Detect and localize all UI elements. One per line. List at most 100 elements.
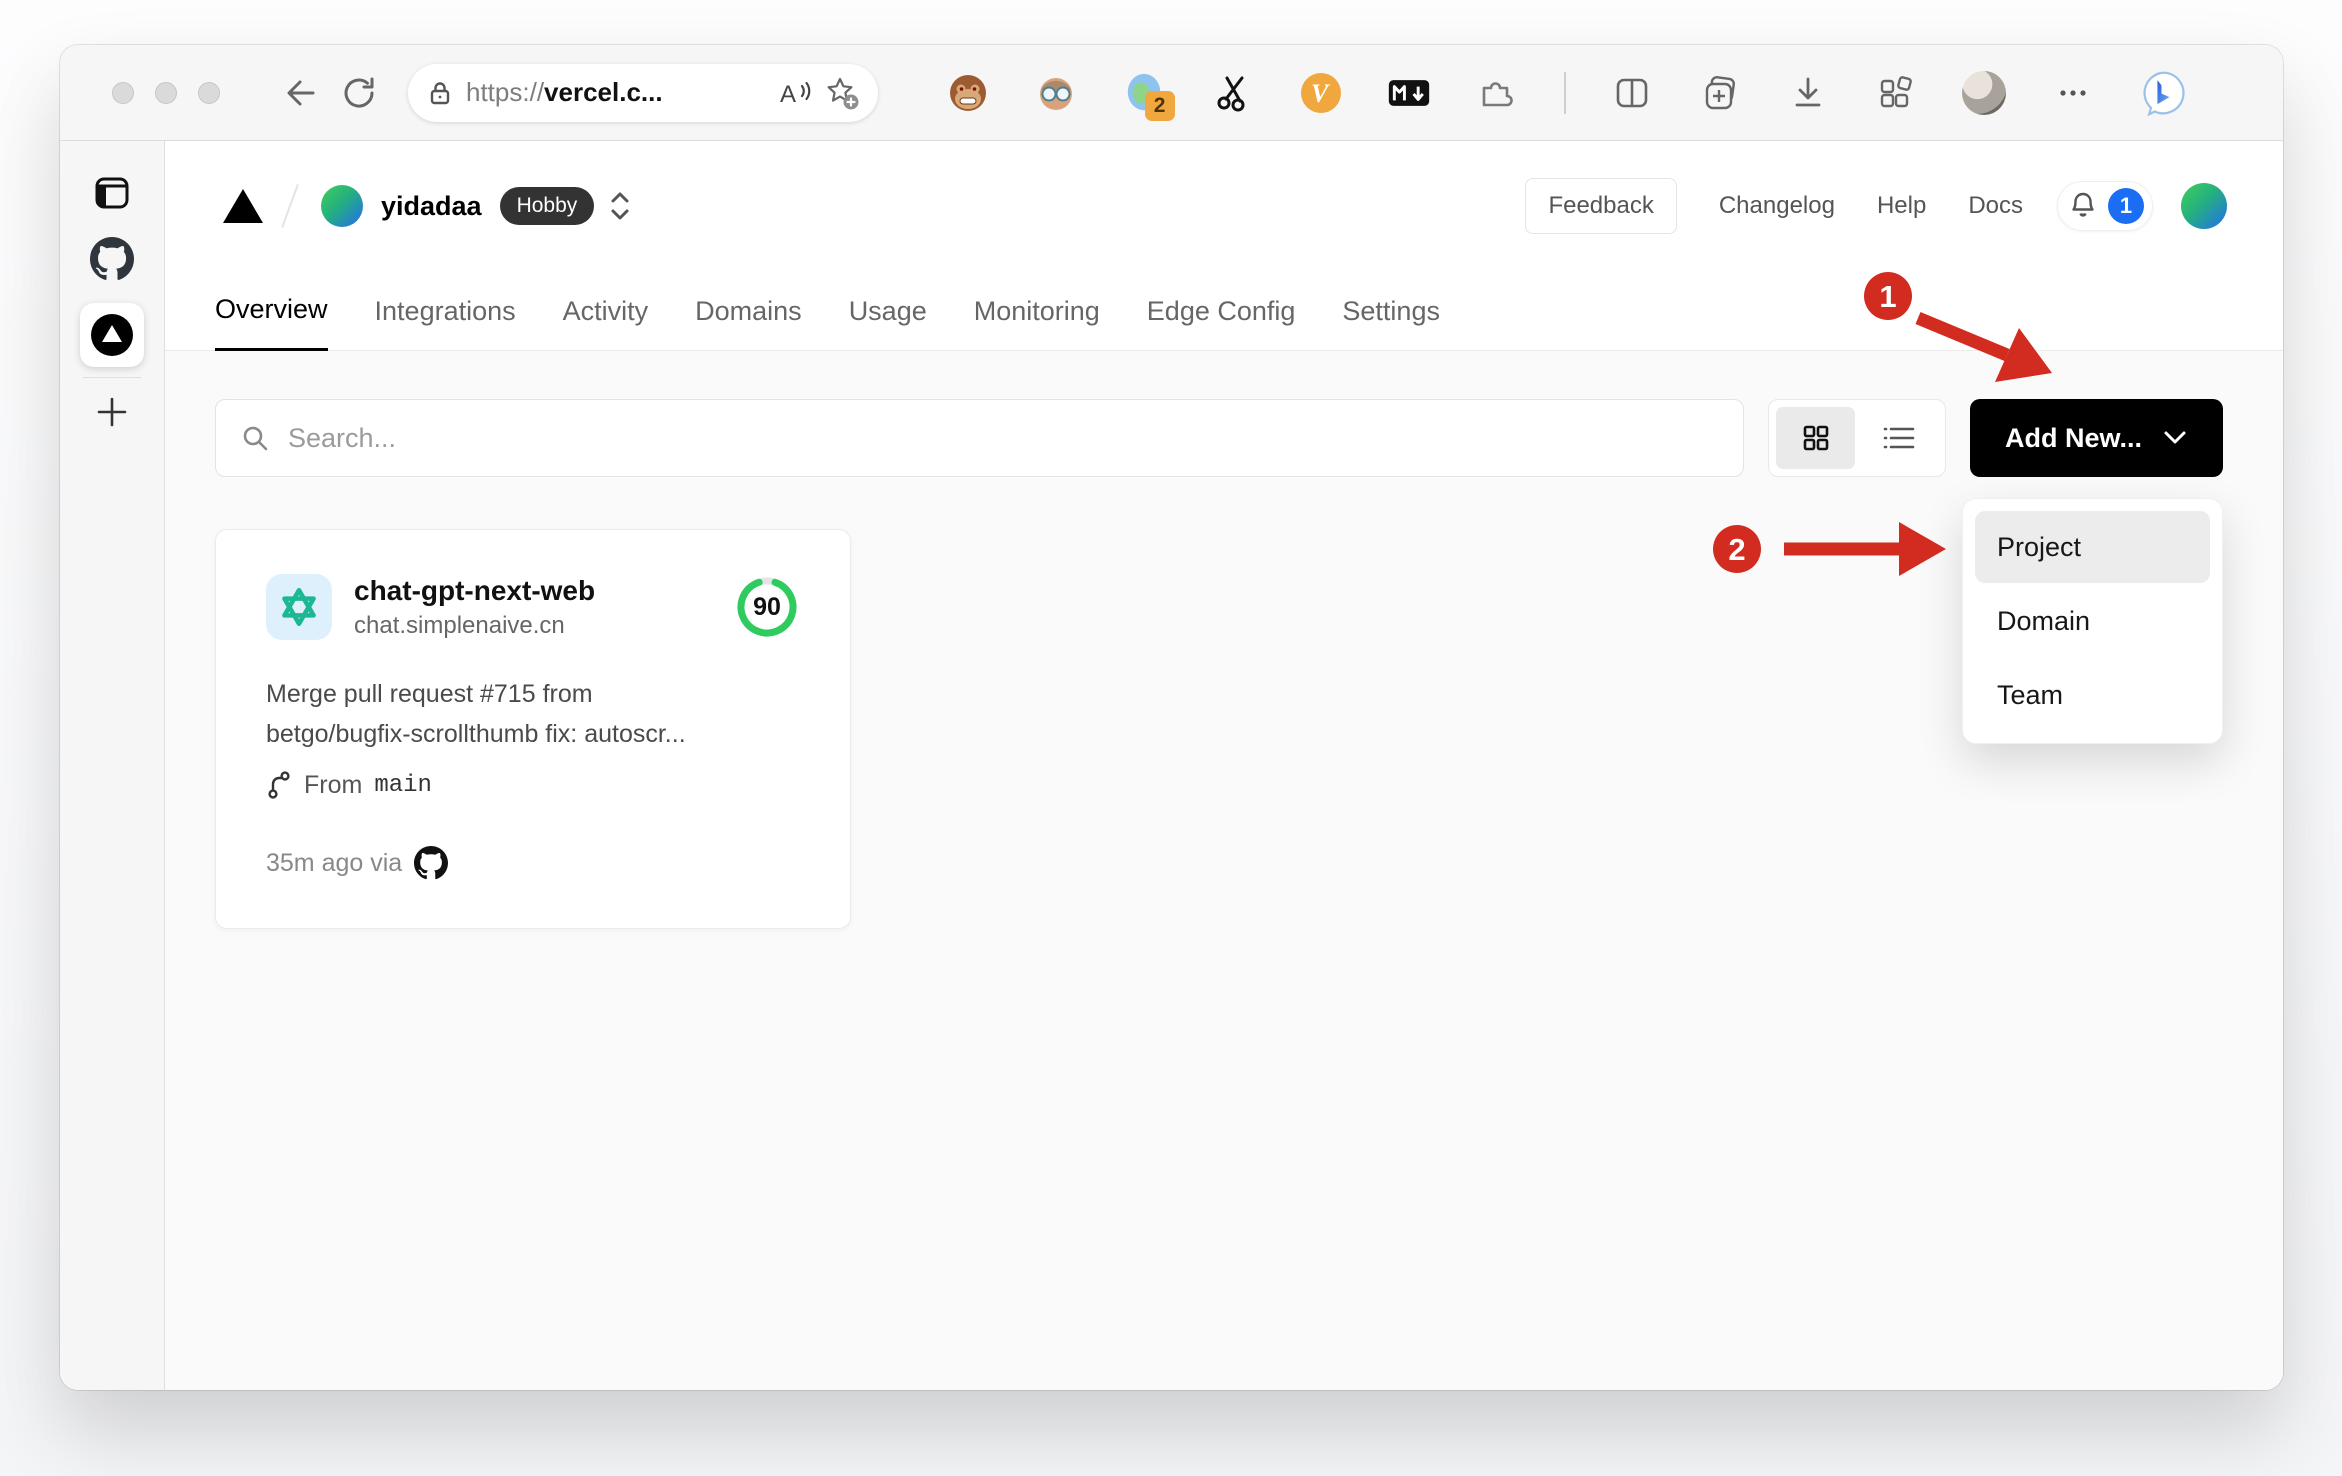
sidebar-toggle-button[interactable] bbox=[90, 171, 134, 215]
avatar-glasses-extension-icon[interactable] bbox=[1034, 71, 1078, 115]
project-card[interactable]: chat-gpt-next-web chat.simplenaive.cn 90… bbox=[215, 529, 851, 929]
v-extension-icon[interactable]: V bbox=[1299, 71, 1343, 115]
workspaces-icon[interactable] bbox=[1874, 71, 1918, 115]
score-ring: 90 bbox=[734, 574, 800, 640]
collections-icon[interactable] bbox=[1698, 71, 1742, 115]
branch-row: From main bbox=[266, 770, 800, 800]
tab-domains[interactable]: Domains bbox=[695, 271, 802, 351]
sidebar-divider bbox=[83, 377, 141, 378]
extension-badge: 2 bbox=[1144, 90, 1175, 121]
deployment-meta: 35m ago via bbox=[266, 846, 800, 880]
zoom-window-button[interactable] bbox=[198, 81, 220, 104]
commit-message: Merge pull request #715 from betgo/bugfi… bbox=[266, 674, 791, 754]
team-avatar[interactable] bbox=[321, 185, 363, 227]
header-nav: Feedback Changelog Help Docs bbox=[1525, 178, 2023, 234]
grid-view-icon bbox=[1803, 425, 1828, 451]
window-controls bbox=[112, 81, 220, 104]
search-box[interactable] bbox=[215, 399, 1744, 477]
read-aloud-icon[interactable]: A bbox=[778, 78, 812, 108]
changelog-link[interactable]: Changelog bbox=[1719, 192, 1835, 220]
search-input[interactable] bbox=[288, 422, 1719, 454]
commit-line-1: Merge pull request #715 from bbox=[266, 680, 593, 708]
team-switcher-chevrons-icon[interactable] bbox=[608, 189, 632, 223]
add-new-dropdown: Project Domain Team bbox=[1962, 498, 2223, 744]
lock-icon bbox=[430, 81, 450, 104]
score-value: 90 bbox=[753, 592, 781, 621]
split-screen-icon[interactable] bbox=[1610, 71, 1654, 115]
vercel-app-icon bbox=[91, 314, 133, 356]
project-favicon bbox=[266, 574, 332, 640]
close-window-button[interactable] bbox=[112, 81, 134, 104]
browser-window: https://vercel.c... A 2 V yidadaa Hobby … bbox=[60, 45, 2283, 1390]
bing-chat-icon[interactable] bbox=[2139, 69, 2187, 117]
sidebar-item-vercel-active[interactable] bbox=[80, 303, 144, 367]
deploy-time-text: 35m ago via bbox=[266, 848, 403, 877]
project-name[interactable]: chat-gpt-next-web bbox=[354, 575, 712, 607]
tab-usage[interactable]: Usage bbox=[849, 271, 927, 351]
back-button[interactable] bbox=[278, 70, 324, 116]
monkey-extension-icon[interactable] bbox=[946, 71, 990, 115]
extensions-puzzle-icon[interactable] bbox=[1475, 71, 1519, 115]
add-new-label: Add New... bbox=[2004, 422, 2142, 453]
plan-badge: Hobby bbox=[499, 187, 595, 225]
minimize-window-button[interactable] bbox=[155, 81, 177, 104]
tab-integrations[interactable]: Integrations bbox=[375, 271, 516, 351]
project-titles: chat-gpt-next-web chat.simplenaive.cn bbox=[354, 575, 712, 640]
address-bar[interactable]: https://vercel.c... A bbox=[408, 63, 878, 122]
dropdown-item-team[interactable]: Team bbox=[1975, 659, 2210, 731]
commit-line-2: betgo/bugfix-scrollthumb fix: autoscr... bbox=[266, 720, 686, 748]
browser-profile-avatar[interactable] bbox=[1962, 70, 2007, 115]
github-icon bbox=[90, 237, 134, 280]
translate-extension-icon[interactable]: 2 bbox=[1123, 71, 1175, 121]
branch-name: main bbox=[374, 771, 432, 799]
sidebar-item-github[interactable] bbox=[90, 237, 134, 281]
svg-text:V: V bbox=[1311, 79, 1331, 108]
markdown-extension-icon[interactable] bbox=[1387, 71, 1431, 115]
project-domain[interactable]: chat.simplenaive.cn bbox=[354, 612, 712, 640]
tab-edge-config[interactable]: Edge Config bbox=[1147, 271, 1296, 351]
tab-overview[interactable]: Overview bbox=[215, 271, 328, 351]
more-options-icon[interactable] bbox=[2051, 71, 2095, 115]
tab-monitoring[interactable]: Monitoring bbox=[974, 271, 1100, 351]
notification-count-badge: 1 bbox=[2108, 188, 2144, 224]
team-name[interactable]: yidadaa bbox=[381, 191, 482, 222]
url-scheme: https:// bbox=[466, 77, 545, 107]
sidebar-add-button[interactable] bbox=[90, 390, 134, 434]
notifications-button[interactable]: 1 bbox=[2057, 181, 2153, 231]
svg-text:A: A bbox=[780, 81, 796, 108]
github-source-icon bbox=[414, 846, 449, 880]
project-card-header: chat-gpt-next-web chat.simplenaive.cn 90 bbox=[266, 574, 800, 640]
favorite-star-icon[interactable] bbox=[824, 75, 860, 111]
browser-toolbar: https://vercel.c... A 2 V bbox=[60, 45, 2283, 141]
sidebar-panel-icon bbox=[95, 177, 129, 209]
git-branch-icon bbox=[268, 771, 290, 799]
openai-logo-icon bbox=[282, 587, 316, 627]
grid-view-button[interactable] bbox=[1776, 407, 1855, 469]
scissors-extension-icon[interactable] bbox=[1211, 71, 1255, 115]
plus-icon bbox=[97, 397, 127, 427]
vercel-header: yidadaa Hobby Feedback Changelog Help Do… bbox=[165, 141, 2283, 271]
dropdown-item-domain[interactable]: Domain bbox=[1975, 585, 2210, 657]
tab-settings[interactable]: Settings bbox=[1342, 271, 1440, 351]
reload-button[interactable] bbox=[336, 70, 382, 116]
vercel-logo-icon[interactable] bbox=[223, 189, 263, 223]
feedback-button[interactable]: Feedback bbox=[1525, 178, 1677, 234]
desktop: https://vercel.c... A 2 V yidadaa Hobby … bbox=[0, 0, 2342, 1476]
extension-row: 2 V bbox=[902, 69, 2231, 121]
url-text: https://vercel.c... bbox=[466, 77, 766, 108]
controls-row: Add New... bbox=[215, 399, 2223, 477]
tab-activity[interactable]: Activity bbox=[563, 271, 649, 351]
reload-icon bbox=[344, 77, 374, 108]
branch-prefix: From bbox=[304, 770, 363, 799]
toolbar-divider bbox=[1563, 71, 1566, 114]
search-icon bbox=[243, 426, 268, 451]
downloads-icon[interactable] bbox=[1786, 71, 1830, 115]
docs-link[interactable]: Docs bbox=[1968, 192, 2023, 220]
dropdown-item-project[interactable]: Project bbox=[1975, 511, 2210, 583]
list-view-button[interactable] bbox=[1859, 407, 1938, 469]
breadcrumb-slash bbox=[281, 184, 299, 228]
user-avatar[interactable] bbox=[2181, 183, 2227, 229]
help-link[interactable]: Help bbox=[1877, 192, 1926, 220]
view-toggle bbox=[1768, 399, 1946, 477]
add-new-button[interactable]: Add New... bbox=[1970, 399, 2223, 477]
